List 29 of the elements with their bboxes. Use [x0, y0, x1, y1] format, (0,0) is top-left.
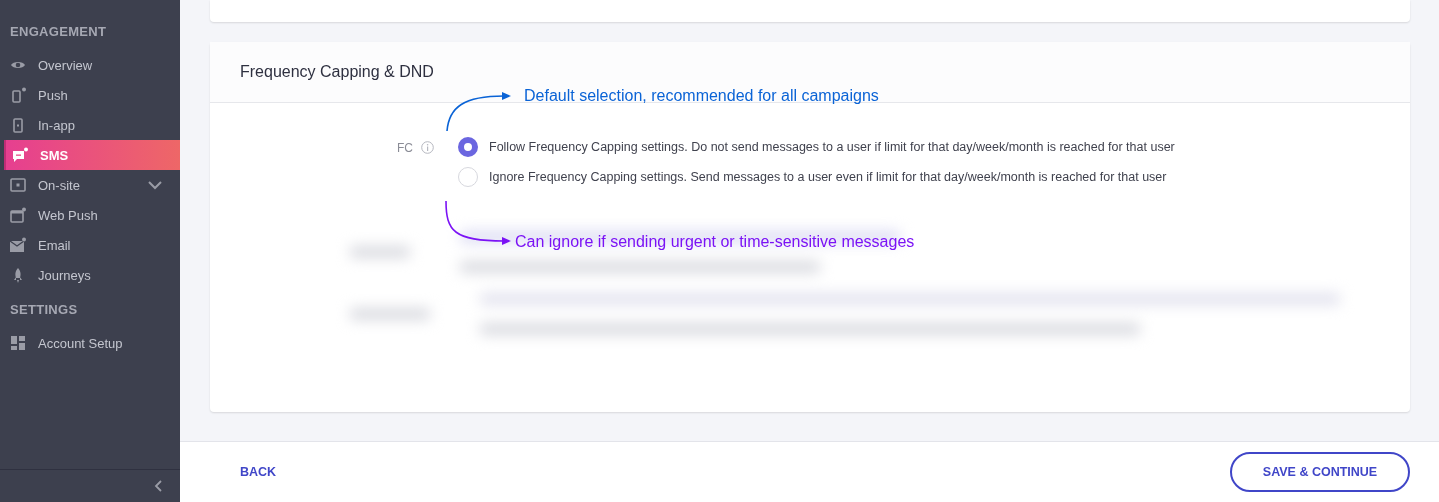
collapse-icon[interactable]	[154, 480, 162, 492]
sidebar-item[interactable]: Overview	[0, 50, 180, 80]
mail-icon	[10, 237, 26, 253]
save-continue-button[interactable]: SAVE & CONTINUE	[1230, 452, 1410, 492]
field-label: FC	[397, 141, 413, 155]
sidebar-item[interactable]: Push	[0, 80, 180, 110]
back-button[interactable]: BACK	[240, 465, 277, 479]
chat-icon	[12, 147, 28, 163]
phone-icon	[10, 87, 26, 103]
sidebar-item[interactable]: In-app	[0, 110, 180, 140]
card-title: Frequency Capping & DND	[240, 63, 434, 81]
sidebar-item[interactable]: SMS	[4, 140, 180, 170]
sidebar-item[interactable]: Account Setup	[0, 328, 180, 358]
tablet-icon	[10, 117, 26, 133]
annotation-text: Can ignore if sending urgent or time-sensitive messages	[515, 233, 915, 251]
sidebar-item[interactable]: On-site	[0, 170, 180, 200]
section-title: SETTINGS	[9, 302, 79, 317]
sidebar-item[interactable]: Web Push	[0, 200, 180, 230]
window-icon	[10, 207, 26, 223]
annotation-text: Default selection, recommended for all campaigns	[524, 87, 879, 105]
option-label: Follow Frequency Capping settings. Do not send messages to a user if limit for that day/week/month is reached for that user	[489, 140, 1175, 154]
chevron-down-icon[interactable]	[148, 180, 162, 190]
dashboard-icon	[10, 335, 26, 351]
sidebar-item[interactable]: Journeys	[0, 260, 180, 290]
section-title: ENGAGEMENT	[9, 24, 108, 39]
option-label: Ignore Frequency Capping settings. Send messages to a user even if limit for that day/week/month is reached for that user	[489, 170, 1167, 184]
radio-button[interactable]	[458, 137, 478, 157]
screen-icon	[10, 177, 26, 193]
sidebar-item[interactable]: Email	[0, 230, 180, 260]
